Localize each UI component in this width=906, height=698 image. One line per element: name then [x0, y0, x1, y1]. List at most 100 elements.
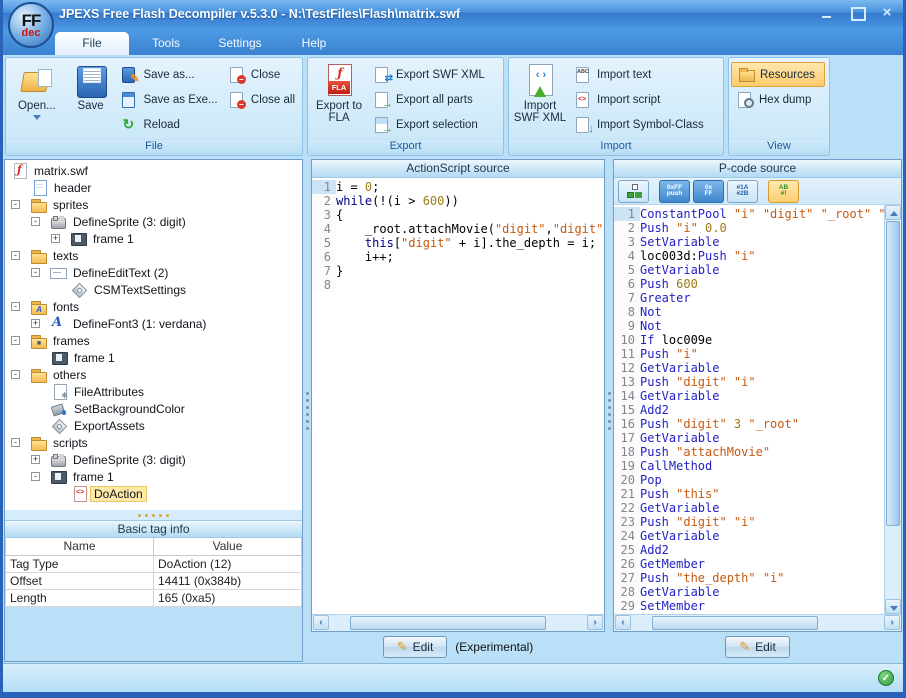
pcode-editor[interactable]: 1ConstantPool "i" "digit" "_root" "a2Pus…	[614, 205, 884, 614]
export-all-parts-button[interactable]: Export all parts	[368, 87, 490, 112]
minimize-button[interactable]	[817, 4, 837, 22]
expand-icon[interactable]: +	[51, 234, 60, 243]
horizontal-scrollbar[interactable]: ‹ ›	[614, 614, 901, 631]
tree-item[interactable]: DoAction	[5, 485, 302, 502]
actionscript-editor[interactable]: 1i = 0;2while(!(i > 600))3{4 _root.attac…	[312, 178, 604, 614]
collapse-icon[interactable]: -	[31, 472, 40, 481]
code-line: 20Pop	[614, 473, 884, 487]
tree-item[interactable]: -DefineEditText (2)	[5, 264, 302, 281]
expand-icon[interactable]: +	[31, 455, 40, 464]
tree-item[interactable]: SetBackgroundColor	[5, 400, 302, 417]
export-swf-xml-button[interactable]: Export SWF XML	[368, 62, 490, 87]
export-to-fla-button[interactable]: Export to FLA	[310, 60, 368, 139]
tree-item[interactable]: +DefineSprite (3: digit)	[5, 451, 302, 468]
save-as-button[interactable]: Save as...	[115, 62, 222, 87]
tree-item[interactable]: matrix.swf	[5, 162, 302, 179]
maximize-button[interactable]	[847, 4, 867, 22]
tree-item[interactable]: CSMTextSettings	[5, 281, 302, 298]
line-number: 9	[614, 319, 640, 333]
tree-item[interactable]: frame 1	[5, 349, 302, 366]
code-line: 9Not	[614, 319, 884, 333]
tree[interactable]: matrix.swfheader-sprites-DefineSprite (3…	[5, 160, 302, 510]
graph-view-button[interactable]	[618, 180, 649, 203]
open-button[interactable]: Open...	[8, 60, 66, 139]
code-line: 3SetVariable	[614, 235, 884, 249]
import-symbol-class-icon	[574, 116, 592, 133]
close-file-button[interactable]: Close	[223, 62, 300, 87]
tree-item[interactable]: -frames	[5, 332, 302, 349]
scrollbar-thumb[interactable]	[886, 221, 900, 526]
scrollbar-thumb[interactable]	[652, 616, 818, 630]
resolve-constants-button[interactable]: AB#!	[768, 180, 799, 203]
tree-item[interactable]: -frame 1	[5, 468, 302, 485]
tab-tools[interactable]: Tools	[129, 32, 203, 55]
constant-indices-button[interactable]: #1A#2B	[727, 180, 758, 203]
collapse-icon[interactable]: -	[11, 251, 20, 260]
collapse-icon[interactable]: -	[11, 370, 20, 379]
hex-only-button[interactable]: 0xFF	[693, 180, 724, 203]
import-text-button[interactable]: Import text	[569, 62, 709, 87]
tree-item[interactable]: -scripts	[5, 434, 302, 451]
tree-item[interactable]: -sprites	[5, 196, 302, 213]
close-all-button[interactable]: Close all	[223, 87, 300, 112]
import-swf-xml-button[interactable]: Import SWF XML	[511, 60, 569, 139]
scroll-down-icon[interactable]	[885, 599, 901, 614]
hex-dump-view-button[interactable]: Hex dump	[731, 87, 825, 112]
tree-item[interactable]: FileAttributes	[5, 383, 302, 400]
tree-indent	[5, 391, 51, 392]
tree-item[interactable]: +DefineFont3 (1: verdana)	[5, 315, 302, 332]
import-script-button[interactable]: Import script	[569, 87, 709, 112]
scroll-left-icon[interactable]: ‹	[615, 615, 631, 630]
tree-item[interactable]: header	[5, 179, 302, 196]
edit-pcode-button[interactable]: ✎ Edit	[725, 636, 790, 658]
film-icon	[70, 231, 86, 246]
save-as-exe-button[interactable]: Save as Exe...	[115, 87, 222, 112]
tree-item[interactable]: -texts	[5, 247, 302, 264]
collapse-icon[interactable]: -	[31, 268, 40, 277]
tag-info-table: Name Value Tag TypeDoAction (12)Offset14…	[5, 538, 302, 607]
tree-item[interactable]: +frame 1	[5, 230, 302, 247]
collapse-icon[interactable]: -	[11, 200, 20, 209]
save-button[interactable]: Save	[66, 60, 116, 139]
actionscript-column: ActionScript source 1i = 0;2while(!(i > …	[311, 159, 605, 662]
table-row: Tag TypeDoAction (12)	[6, 555, 302, 572]
scroll-up-icon[interactable]	[885, 205, 901, 220]
horizontal-scrollbar[interactable]: ‹ ›	[312, 614, 604, 631]
edit-actionscript-button[interactable]: ✎ Edit	[383, 636, 448, 658]
close-button[interactable]: ×	[877, 4, 897, 22]
scroll-right-icon[interactable]: ›	[884, 615, 900, 630]
folder-icon	[30, 197, 46, 212]
vertical-splitter[interactable]	[303, 159, 311, 662]
scroll-right-icon[interactable]: ›	[587, 615, 603, 630]
hex-push-button[interactable]: 0xFFpush	[659, 180, 690, 203]
window-title: JPEXS Free Flash Decompiler v.5.3.0 - N:…	[59, 7, 460, 21]
code-line: 28GetVariable	[614, 585, 884, 599]
resources-view-button[interactable]: Resources	[731, 62, 825, 87]
tree-item[interactable]: -DefineSprite (3: digit)	[5, 213, 302, 230]
code-line: 8Not	[614, 305, 884, 319]
import-symbol-class-button[interactable]: Import Symbol-Class	[569, 112, 709, 137]
collapse-icon[interactable]: -	[31, 217, 40, 226]
pencil-icon: ✎	[739, 639, 750, 655]
vertical-scrollbar[interactable]	[884, 205, 901, 614]
main-area: matrix.swfheader-sprites-DefineSprite (3…	[3, 158, 903, 663]
page-icon	[31, 180, 47, 195]
reload-button[interactable]: Reload	[115, 112, 222, 137]
collapse-icon[interactable]: -	[11, 302, 20, 311]
collapse-icon[interactable]: -	[11, 438, 20, 447]
scrollbar-thumb[interactable]	[350, 616, 546, 630]
tab-help[interactable]: Help	[277, 32, 351, 55]
tree-item-label: others	[50, 368, 89, 382]
tree-item[interactable]: - others	[5, 366, 302, 383]
tab-file[interactable]: File	[55, 32, 129, 55]
expand-icon[interactable]: +	[31, 319, 40, 328]
scroll-left-icon[interactable]: ‹	[313, 615, 329, 630]
tree-item[interactable]: ExportAssets	[5, 417, 302, 434]
tab-settings[interactable]: Settings	[203, 32, 277, 55]
export-selection-button[interactable]: Export selection	[368, 112, 490, 137]
tree-item[interactable]: -fonts	[5, 298, 302, 315]
horizontal-splitter[interactable]	[5, 510, 302, 520]
collapse-icon[interactable]: -	[11, 336, 20, 345]
line-number: 2	[312, 194, 336, 208]
vertical-splitter[interactable]	[605, 159, 613, 662]
